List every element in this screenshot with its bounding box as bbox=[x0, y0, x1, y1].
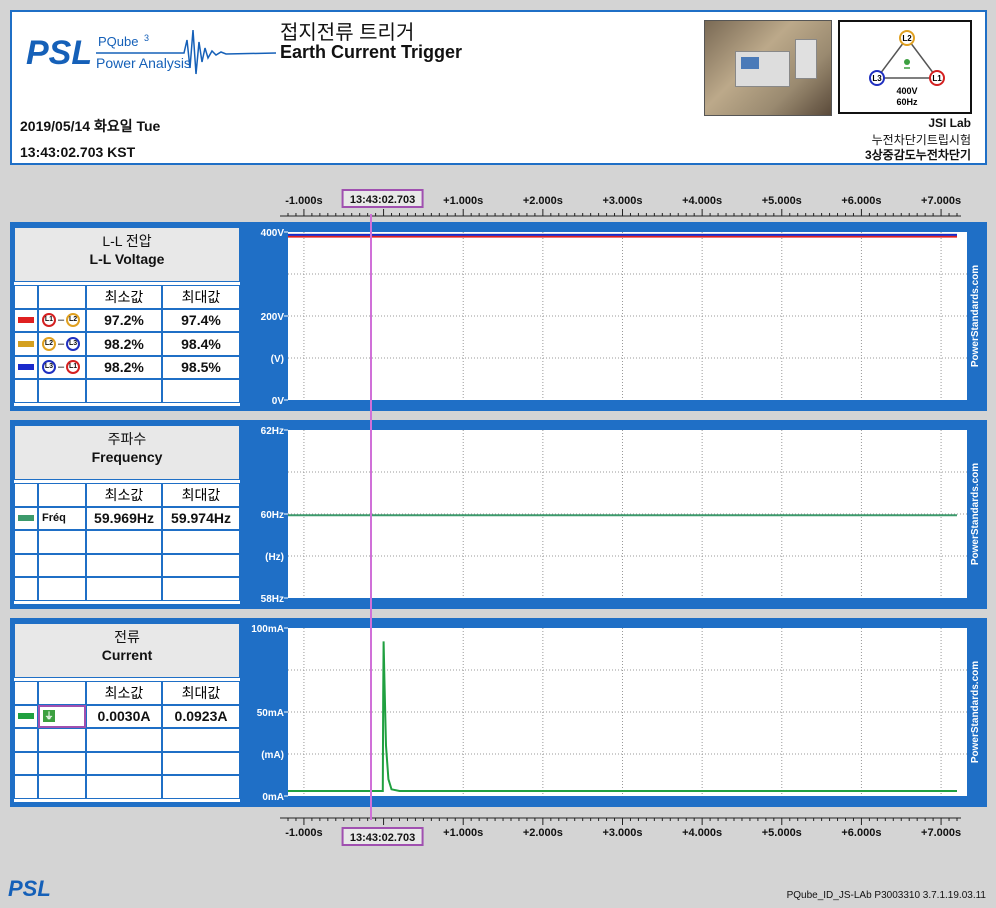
psl-logo-text: PSL bbox=[26, 34, 92, 72]
report-header: PSL PQube 3 Power Analysis 접지전류 트리거 Eart… bbox=[10, 10, 987, 165]
product-name: PQube bbox=[98, 34, 138, 49]
trigger-cursor[interactable] bbox=[370, 214, 372, 820]
y-tick-label: (mA) bbox=[261, 750, 284, 761]
phase-l3-label: L3 bbox=[872, 74, 882, 83]
plot-svg: 62Hz 60Hz (Hz) 58Hz PowerStandards.com bbox=[261, 426, 981, 605]
time-tick-label: +7.000s bbox=[921, 195, 961, 207]
footer-info: PQube_ID_JS-LAb P3003310 3.7.1.19.03.11 bbox=[786, 890, 986, 901]
time-tick-label: +2.000s bbox=[523, 195, 563, 207]
phase-l1-label: L1 bbox=[932, 74, 942, 83]
y-tick-label: 400V bbox=[261, 228, 285, 239]
time-tick-label: +5.000s bbox=[762, 827, 802, 839]
plot-svg: 100mA 50mA (mA) 0mA PowerStandards.com bbox=[251, 624, 981, 803]
report-time: 13:43:02.703 KST bbox=[20, 144, 136, 160]
y-tick-label: 50mA bbox=[257, 708, 284, 719]
site-name: JSI Lab bbox=[928, 116, 971, 130]
diagram-voltage: 400V bbox=[896, 86, 917, 96]
time-tick-label: -1.000s bbox=[285, 827, 322, 839]
y-tick-label: 200V bbox=[261, 312, 285, 323]
time-axis-bottom: -1.000s +1.000s +2.000s +3.000s +4.000s +5.00… bbox=[280, 817, 961, 846]
time-tick-label: +6.000s bbox=[841, 195, 881, 207]
time-tick-label: +4.000s bbox=[682, 195, 722, 207]
watermark: PowerStandards.com bbox=[970, 463, 981, 565]
device-photo bbox=[704, 20, 832, 116]
y-tick-label: (V) bbox=[271, 354, 284, 365]
voltage-panel: L-L 전압 L-L Voltage 최소값 최대값 L1– L2 97.2% 97.4% L2… bbox=[10, 222, 987, 411]
y-tick-label: 58Hz bbox=[261, 594, 284, 605]
diagram-freq: 60Hz bbox=[896, 97, 918, 107]
y-tick-label: 62Hz bbox=[261, 426, 284, 437]
product-version: 3 bbox=[144, 33, 149, 43]
time-tick-label: +3.000s bbox=[602, 195, 642, 207]
time-tick-label: +6.000s bbox=[841, 827, 881, 839]
title-korean: 접지전류 트리거 bbox=[280, 22, 415, 44]
y-tick-label: 0mA bbox=[262, 792, 284, 803]
time-tick-label: +5.000s bbox=[762, 195, 802, 207]
frequency-panel: 주파수 Frequency 최소값 최대값 Fréq 59.969Hz 59.974Hz 62… bbox=[10, 420, 987, 609]
product-sub: Power Analysis bbox=[96, 55, 191, 71]
phase-diagram: L2 L3 L1 400V 60Hz bbox=[838, 20, 972, 114]
time-tick-label: +7.000s bbox=[921, 827, 961, 839]
earth-icon bbox=[904, 59, 910, 65]
watermark: PowerStandards.com bbox=[970, 661, 981, 763]
cursor-time-label: 13:43:02.703 bbox=[350, 832, 415, 844]
cursor-time-label: 13:43:02.703 bbox=[350, 194, 415, 206]
time-tick-label: +4.000s bbox=[682, 827, 722, 839]
footer-logo: PSL bbox=[8, 876, 51, 901]
y-tick-label: 100mA bbox=[251, 624, 284, 635]
plot-svg: 400V 200V (V) 0V PowerStandards.com bbox=[261, 228, 981, 407]
time-tick-label: +3.000s bbox=[602, 827, 642, 839]
watermark: PowerStandards.com bbox=[970, 265, 981, 367]
time-tick-label: +2.000s bbox=[523, 827, 563, 839]
y-tick-label: 0V bbox=[272, 396, 285, 407]
y-tick-label: 60Hz bbox=[261, 510, 284, 521]
waveform-icon bbox=[180, 29, 277, 75]
phase-l2-label: L2 bbox=[902, 34, 912, 43]
time-tick-label: -1.000s bbox=[285, 195, 322, 207]
site-desc-2: 3상중감도누전차단기 bbox=[864, 148, 971, 162]
pqube-logo: PSL PQube 3 Power Analysis bbox=[26, 29, 277, 75]
report-date: 2019/05/14 화요일 Tue bbox=[20, 118, 161, 134]
time-tick-label: +1.000s bbox=[443, 827, 483, 839]
time-tick-label: +1.000s bbox=[443, 195, 483, 207]
title-english: Earth Current Trigger bbox=[280, 42, 463, 62]
y-tick-label: (Hz) bbox=[265, 552, 284, 563]
time-axis-top: -1.000s +1.000s +2.000s +3.000s +4.000s +5.00… bbox=[280, 189, 961, 217]
current-panel: 전류 Current 최소값 최대값 ⏚ 0.0030A 0.0923A 100mA 50mA(… bbox=[10, 618, 987, 807]
